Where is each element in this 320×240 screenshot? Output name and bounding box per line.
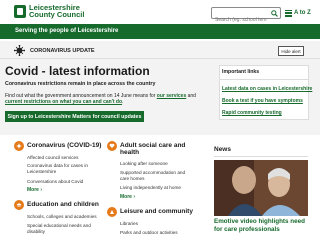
category-title[interactable]: Education and children bbox=[27, 201, 99, 208]
news-heading: News bbox=[214, 146, 231, 153]
news-image[interactable] bbox=[214, 160, 308, 216]
important-links-panel: Important links Latest data on cases in … bbox=[219, 65, 312, 120]
important-link-book-test[interactable]: Book a test if you have symptoms bbox=[222, 98, 303, 104]
category-leisure: Leisure and community Libraries Parks an… bbox=[107, 207, 207, 240]
strapline-bar: Serving the people of Leicestershire bbox=[0, 24, 320, 39]
hide-alert-button[interactable]: Hide alert bbox=[278, 46, 304, 56]
menu-icon bbox=[285, 9, 292, 17]
heart-icon bbox=[107, 141, 117, 151]
chevron-right-icon: › bbox=[40, 187, 43, 193]
news-headline-link[interactable]: Emotive video highlights need for care p… bbox=[214, 218, 314, 233]
current-restrictions-link[interactable]: current restrictions on what you can and… bbox=[5, 99, 122, 105]
category-title[interactable]: Adult social care and health bbox=[120, 142, 185, 156]
category-link[interactable]: Coronavirus data for cases in bbox=[27, 163, 88, 169]
category-education: Education and children Schools, colleges… bbox=[14, 200, 109, 240]
important-link-rapid-testing[interactable]: Rapid community testing bbox=[222, 110, 282, 116]
category-coronavirus: Coronavirus (COVID-19) Affected council … bbox=[14, 141, 104, 193]
education-icon bbox=[14, 200, 24, 210]
covid-lead-text: Coronavirus restrictions remain in place… bbox=[5, 81, 156, 87]
a-to-z-label: A to Z bbox=[294, 10, 311, 16]
chevron-right-icon: › bbox=[133, 194, 136, 200]
search-icon bbox=[271, 9, 278, 17]
a-to-z-link[interactable]: A to Z bbox=[285, 7, 311, 19]
more-link[interactable]: More › bbox=[27, 187, 42, 193]
category-title[interactable]: Leisure and community bbox=[120, 208, 193, 215]
important-link-latest-data[interactable]: Latest data on cases in Leicestershire bbox=[222, 86, 312, 92]
covid-info-section: Covid - latest information Coronavirus r… bbox=[0, 59, 320, 135]
category-link[interactable]: Conversations about Covid bbox=[27, 179, 83, 185]
category-adult-social-care: Adult social care and health Looking aft… bbox=[107, 141, 207, 201]
category-link[interactable]: Affected council services bbox=[27, 155, 79, 161]
logo-mark-icon bbox=[14, 4, 26, 18]
alert-title: CORONAVIRUS UPDATE bbox=[30, 48, 95, 54]
search-box bbox=[211, 7, 281, 25]
strapline-text: Serving the people of Leicestershire bbox=[15, 28, 119, 34]
council-logo[interactable]: Leicestershire County Council bbox=[14, 4, 84, 18]
leisure-icon bbox=[107, 207, 117, 217]
page-title: Covid - latest information bbox=[5, 64, 150, 78]
important-links-title: Important links bbox=[222, 69, 260, 75]
site-header: Leicestershire County Council A to Z bbox=[0, 0, 320, 25]
category-link[interactable]: Living independently at home bbox=[120, 185, 181, 191]
category-link[interactable]: Parks and outdoor activities bbox=[120, 230, 178, 236]
category-title[interactable]: Coronavirus (COVID-19) bbox=[27, 142, 101, 149]
logo-line-2: County Council bbox=[29, 10, 85, 19]
coronavirus-alert: CORONAVIRUS UPDATE Hide alert bbox=[0, 41, 320, 59]
divider bbox=[214, 156, 308, 157]
category-link-continued[interactable]: disability bbox=[27, 229, 45, 235]
divider bbox=[220, 79, 308, 80]
category-link[interactable]: Looking after someone bbox=[120, 161, 168, 167]
virus-icon bbox=[14, 45, 25, 56]
more-link[interactable]: More › bbox=[120, 194, 135, 200]
category-link-continued[interactable]: Leicestershire bbox=[27, 169, 56, 175]
search-button[interactable] bbox=[269, 8, 280, 18]
covid-paragraph: Find out what the government announcemen… bbox=[5, 93, 196, 106]
our-services-link[interactable]: our services bbox=[157, 93, 186, 99]
category-link[interactable]: Libraries bbox=[120, 221, 138, 227]
category-link[interactable]: Schools, colleges and academies bbox=[27, 214, 97, 220]
virus-category-icon bbox=[14, 141, 24, 151]
signup-button[interactable]: Sign up to Leicestershire Matters for co… bbox=[5, 111, 144, 122]
category-link[interactable]: Supported accommodation and bbox=[120, 170, 185, 176]
category-link[interactable]: Special educational needs and bbox=[27, 223, 91, 229]
category-link-continued[interactable]: care homes bbox=[120, 176, 145, 182]
